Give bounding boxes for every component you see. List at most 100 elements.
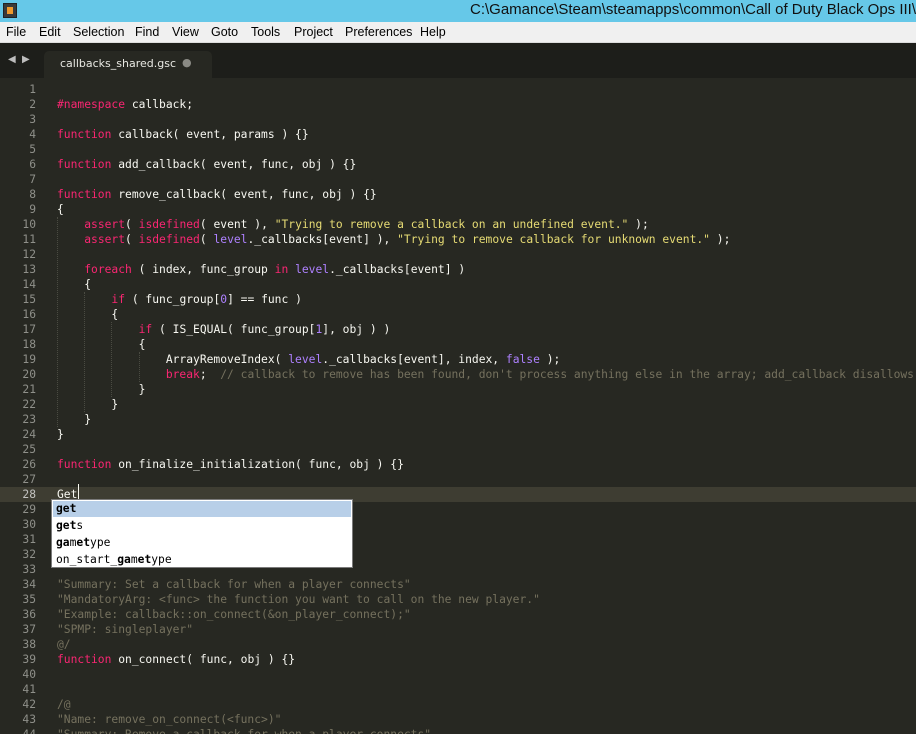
code-token: } [57, 428, 64, 441]
code-line: 36 "Example: callback::on_connect(&on_pla… [0, 607, 916, 622]
menu-selection[interactable]: Selection [73, 25, 124, 39]
menu-help[interactable]: Help [420, 25, 446, 39]
code-token: { [57, 338, 146, 351]
code-token: "Trying to remove callback for unknown e… [397, 233, 710, 246]
code-token: } [57, 383, 146, 396]
line-number: 37 [22, 623, 36, 636]
code-text: } [57, 397, 118, 412]
code-token: } [57, 398, 119, 411]
line-number: 33 [22, 563, 36, 576]
code-token: on_finalize_initialization( func, obj ) … [111, 458, 404, 471]
line-number: 28 [22, 488, 36, 501]
code-token: on_connect( func, obj ) {} [111, 653, 296, 666]
code-token: foreach [84, 263, 132, 276]
line-number: 16 [22, 308, 36, 321]
autocomplete-item[interactable]: gets [53, 518, 351, 534]
code-text: if ( func_group[0] == func ) [57, 292, 301, 307]
indent-guide [139, 352, 140, 382]
code-line: 17 if ( IS_EQUAL( func_group[1], obj ) ) [0, 322, 916, 337]
line-number: 29 [22, 503, 36, 516]
line-number: 20 [22, 368, 36, 381]
code-token: { [57, 278, 92, 291]
menu-find[interactable]: Find [135, 25, 159, 39]
autocomplete-item-label: on_start_gametype [56, 552, 172, 568]
code-line: 6 function add_callback( event, func, obj… [0, 157, 916, 172]
code-line: 44 "Summary: Remove a callback for when a… [0, 727, 916, 734]
code-text: /@ [57, 697, 71, 712]
tab-forward-arrow-icon[interactable]: ▶ [22, 54, 30, 65]
code-token: level [295, 263, 330, 276]
menu-view[interactable]: View [172, 25, 199, 39]
autocomplete-item[interactable]: on_start_gametype [53, 552, 351, 568]
code-line: 24} [0, 427, 916, 442]
code-token: ( index, func_group [131, 263, 275, 276]
code-line: 2 #namespace callback; [0, 97, 916, 112]
line-number: 36 [22, 608, 36, 621]
code-token: level [288, 353, 323, 366]
code-token: ArrayRemoveIndex( [57, 353, 289, 366]
code-line: 1 [0, 82, 916, 97]
code-token: ], obj ) ) [322, 323, 391, 336]
line-number: 25 [22, 443, 36, 456]
code-token: if [138, 323, 153, 336]
autocomplete-item[interactable]: get [53, 501, 351, 517]
tab-callbacks-shared[interactable]: callbacks_shared.gsc ● [44, 51, 212, 78]
menu-edit[interactable]: Edit [39, 25, 61, 39]
code-text: foreach ( index, func_group in level._ca… [57, 262, 465, 277]
menu-preferences[interactable]: Preferences [345, 25, 412, 39]
autocomplete-text: ype [90, 536, 111, 549]
sublime-app-icon[interactable] [3, 3, 17, 18]
tab-back-arrow-icon[interactable]: ◀ [8, 54, 16, 65]
line-number: 10 [22, 218, 36, 231]
code-token: function [57, 128, 112, 141]
menu-file[interactable]: File [6, 25, 26, 39]
code-token: { [57, 203, 64, 216]
line-number: 22 [22, 398, 36, 411]
code-token: ( func_group[ [125, 293, 221, 306]
code-text: function remove_callback( event, func, o… [57, 187, 377, 202]
code-line: 19 ArrayRemoveIndex( level._callbacks[ev… [0, 352, 916, 367]
code-token: "Name: remove_on_connect(<func>)" [57, 713, 282, 726]
code-token: ( [125, 233, 139, 246]
code-line: 39 function on_connect( func, obj ) {} [0, 652, 916, 667]
code-line: 18 { [0, 337, 916, 352]
line-number: 27 [22, 473, 36, 486]
menu-project[interactable]: Project [294, 25, 333, 39]
line-number: 35 [22, 593, 36, 606]
code-line: 22 } [0, 397, 916, 412]
code-token: /@ [57, 698, 71, 711]
code-token: add_callback( event, func, obj ) {} [111, 158, 357, 171]
autocomplete-text: on_start_ [56, 553, 118, 566]
code-editor[interactable]: 1 2 #namespace callback; 3 4 function callbac… [0, 78, 916, 734]
code-token: function [57, 653, 112, 666]
code-text: function on_connect( func, obj ) {} [57, 652, 295, 667]
line-number: 31 [22, 533, 36, 546]
code-token: ( IS_EQUAL( func_group[ [152, 323, 316, 336]
code-text: break; // callback to remove has been fo… [57, 367, 916, 382]
code-text: { [57, 202, 64, 217]
line-number: 41 [22, 683, 36, 696]
line-number: 40 [22, 668, 36, 681]
autocomplete-match: ga [56, 536, 70, 549]
code-text: { [57, 307, 118, 322]
text-caret [78, 484, 79, 499]
menu-bar: File Edit Selection Find View Goto Tools Projec… [0, 22, 916, 43]
code-text: function on_finalize_initialization( fun… [57, 457, 404, 472]
code-line: 16 { [0, 307, 916, 322]
code-token: ( event ), [199, 218, 275, 231]
menu-goto[interactable]: Goto [211, 25, 238, 39]
code-token: { [57, 308, 119, 321]
menu-tools[interactable]: Tools [251, 25, 280, 39]
autocomplete-popup[interactable]: get gets gametype on_start_gametype [51, 499, 353, 568]
autocomplete-item[interactable]: gametype [53, 535, 351, 551]
line-number: 12 [22, 248, 36, 261]
code-text: { [57, 277, 91, 292]
autocomplete-text: ype [151, 553, 172, 566]
code-line: 42 /@ [0, 697, 916, 712]
tab-modified-dot-icon[interactable]: ● [182, 56, 192, 69]
autocomplete-item-label: gametype [56, 535, 110, 551]
code-token: break [165, 368, 200, 381]
